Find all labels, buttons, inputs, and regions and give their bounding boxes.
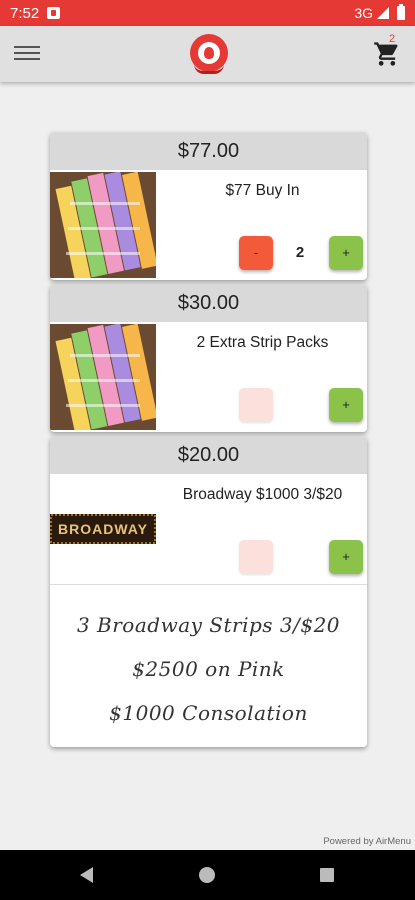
back-triangle-icon[interactable] [80, 867, 93, 883]
recents-square-icon[interactable] [320, 868, 334, 882]
network-type: 3G [354, 5, 373, 21]
menu-item-card: $30.00 2 Extra Strip Packs + [50, 284, 367, 432]
menu-item-card: $77.00 $77 Buy In - 2 + [50, 132, 367, 280]
banner-text: BROADWAY [58, 521, 148, 537]
pull-tab-tickets-photo [50, 172, 156, 278]
system-nav-bar [0, 850, 415, 900]
powered-by-label: Powered by AirMenu [323, 836, 411, 847]
app-bar: 2 [0, 26, 415, 82]
item-description: 3 Broadway Strips 3/$20 $2500 on Pink $1… [50, 584, 367, 747]
increase-quantity-button[interactable]: + [329, 540, 363, 574]
decrease-quantity-button[interactable] [239, 540, 273, 574]
item-price: $30.00 [50, 284, 367, 322]
notification-icon [47, 7, 61, 19]
decrease-quantity-button[interactable] [239, 388, 273, 422]
battery-icon [397, 4, 405, 20]
status-indicators: 3G [354, 4, 405, 21]
restaurant-logo-icon [190, 34, 228, 74]
signal-icon [377, 7, 389, 19]
menu-item-card: $20.00 BROADWAY Broadway $1000 3/$20 + 3… [50, 436, 367, 747]
broadway-banner: BROADWAY [50, 514, 156, 544]
status-bar: 7:52 3G [0, 0, 415, 26]
item-quantity: 2 [295, 244, 305, 261]
item-price: $77.00 [50, 132, 367, 170]
item-title: Broadway $1000 3/$20 [182, 486, 343, 503]
description-line: $1000 Consolation [109, 701, 308, 725]
pull-tab-tickets-photo [50, 324, 156, 430]
shopping-cart-icon[interactable] [372, 40, 402, 68]
item-title: $77 Buy In [225, 182, 300, 199]
hamburger-menu-icon[interactable] [14, 42, 40, 64]
description-line: 3 Broadway Strips 3/$20 [76, 613, 341, 637]
description-line: $2500 on Pink [132, 657, 285, 681]
home-circle-icon[interactable] [199, 867, 215, 883]
increase-quantity-button[interactable]: + [329, 236, 363, 270]
increase-quantity-button[interactable]: + [329, 388, 363, 422]
item-title: 2 Extra Strip Packs [196, 334, 329, 351]
item-price: $20.00 [50, 436, 367, 474]
decrease-quantity-button[interactable]: - [239, 236, 273, 270]
status-time: 7:52 [10, 4, 40, 22]
